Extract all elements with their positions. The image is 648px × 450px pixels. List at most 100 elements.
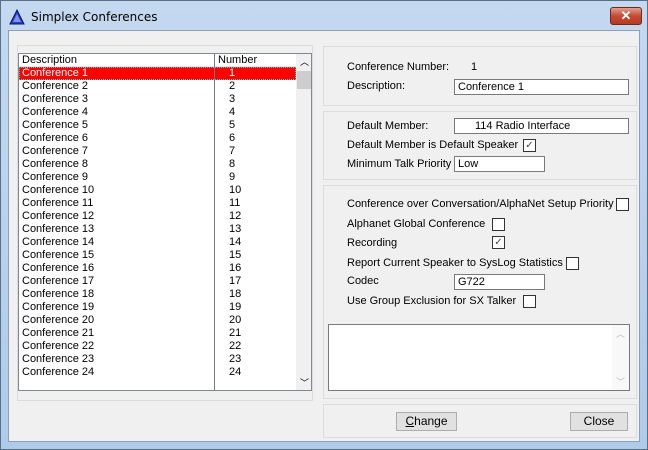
close-window-button[interactable]: ✕ [610, 7, 642, 25]
row-number: 20 [229, 314, 242, 326]
row-number: 21 [229, 327, 242, 339]
row-description: Conference 18 [22, 288, 95, 300]
row-description: Conference 5 [22, 119, 89, 131]
row-description: Conference 14 [22, 236, 95, 248]
change-button[interactable]: Change [396, 412, 457, 431]
report-checkbox[interactable] [566, 257, 579, 270]
default-member-field[interactable]: 114 Radio Interface [454, 118, 629, 134]
list-row[interactable]: Conference 2 2 [19, 80, 296, 93]
recording-checkbox[interactable]: ✓ [492, 236, 505, 249]
list-row[interactable]: Conference 3 3 [19, 93, 296, 106]
min-priority-field[interactable]: Low [454, 156, 545, 172]
description-input[interactable]: Conference 1 [454, 79, 629, 95]
row-number: 19 [229, 301, 242, 313]
alphanet-checkbox[interactable] [492, 218, 505, 231]
row-description: Conference 22 [22, 340, 95, 352]
scroll-down-icon[interactable]: ﹀ [300, 376, 309, 389]
scroll-down-icon[interactable]: ﹀ [616, 375, 625, 388]
row-description: Conference 12 [22, 210, 95, 222]
row-number: 14 [229, 236, 242, 248]
notes-textarea[interactable]: ︿ ﹀ [328, 324, 630, 391]
row-description: Conference 6 [22, 132, 89, 144]
row-number: 16 [229, 262, 242, 274]
list-row[interactable]: Conference 12 12 [19, 210, 296, 223]
notes-scrollbar[interactable]: ︿ ﹀ [612, 325, 629, 390]
row-number: 15 [229, 249, 242, 261]
header-description[interactable]: Description [22, 54, 77, 66]
identity-group [323, 46, 637, 106]
list-row[interactable]: Conference 10 10 [19, 184, 296, 197]
list-row[interactable]: Conference 11 11 [19, 197, 296, 210]
alphanet-label: Alphanet Global Conference [347, 218, 486, 230]
row-description: Conference 17 [22, 275, 95, 287]
conv-priority-checkbox[interactable] [616, 198, 629, 211]
row-description: Conference 11 [22, 197, 94, 209]
row-description: Conference 1 [22, 67, 89, 79]
list-row[interactable]: Conference 1 1 [19, 67, 296, 80]
row-description: Conference 23 [22, 353, 95, 365]
app-logo-icon [9, 9, 25, 25]
list-row[interactable]: Conference 19 19 [19, 301, 296, 314]
codec-field[interactable]: G722 [454, 274, 545, 290]
scroll-up-icon[interactable]: ︿ [616, 327, 625, 340]
row-number: 17 [229, 275, 242, 287]
list-row[interactable]: Conference 6 6 [19, 132, 296, 145]
scroll-up-icon[interactable]: ︿ [300, 55, 309, 68]
list-row[interactable]: Conference 7 7 [19, 145, 296, 158]
row-description: Conference 8 [22, 158, 89, 170]
row-number: 1 [229, 67, 236, 79]
column-divider[interactable] [214, 54, 215, 390]
row-number: 2 [229, 80, 236, 92]
default-speaker-checkbox[interactable]: ✓ [523, 139, 536, 152]
row-number: 23 [229, 353, 242, 365]
row-number: 6 [229, 132, 236, 144]
close-button[interactable]: Close [570, 412, 628, 431]
row-number: 13 [229, 223, 242, 235]
header-number[interactable]: Number [218, 54, 257, 66]
row-description: Conference 20 [22, 314, 95, 326]
list-row[interactable]: Conference 9 9 [19, 171, 296, 184]
row-description: Conference 21 [22, 327, 95, 339]
codec-label: Codec [347, 275, 379, 287]
conv-priority-label: Conference over Conversation/AlphaNet Se… [347, 198, 614, 210]
list-row[interactable]: Conference 18 18 [19, 288, 296, 301]
list-row[interactable]: Conference 23 23 [19, 353, 296, 366]
conference-list[interactable]: Description Number Conference 1 1 Conferen… [18, 53, 312, 391]
list-row[interactable]: Conference 16 16 [19, 262, 296, 275]
scroll-thumb[interactable] [297, 71, 311, 89]
list-row[interactable]: Conference 5 5 [19, 119, 296, 132]
row-number: 18 [229, 288, 242, 300]
row-description: Conference 2 [22, 80, 89, 92]
row-number: 9 [229, 171, 236, 183]
list-row[interactable]: Conference 22 22 [19, 340, 296, 353]
row-number: 10 [229, 184, 242, 196]
default-speaker-label: Default Member is Default Speaker [347, 139, 519, 151]
group-exclusion-checkbox[interactable] [523, 295, 536, 308]
row-number: 8 [229, 158, 236, 170]
row-number: 7 [229, 145, 236, 157]
row-number: 11 [229, 197, 241, 209]
row-description: Conference 13 [22, 223, 95, 235]
list-scrollbar[interactable]: ︿ ﹀ [296, 54, 311, 390]
row-description: Conference 9 [22, 171, 89, 183]
list-row[interactable]: Conference 15 15 [19, 249, 296, 262]
list-row[interactable]: Conference 17 17 [19, 275, 296, 288]
list-row[interactable]: Conference 20 20 [19, 314, 296, 327]
list-row[interactable]: Conference 13 13 [19, 223, 296, 236]
row-number: 3 [229, 93, 236, 105]
title-bar: Simplex Conferences [9, 7, 158, 27]
row-description: Conference 15 [22, 249, 95, 261]
list-row[interactable]: Conference 21 21 [19, 327, 296, 340]
row-number: 12 [229, 210, 242, 222]
list-row[interactable]: Conference 14 14 [19, 236, 296, 249]
list-header: Description Number [19, 54, 296, 67]
report-label: Report Current Speaker to SysLog Statist… [347, 257, 563, 269]
list-row[interactable]: Conference 24 24 [19, 366, 296, 379]
recording-label: Recording [347, 237, 398, 249]
row-description: Conference 24 [22, 366, 95, 378]
row-description: Conference 19 [22, 301, 95, 313]
change-label: Change [405, 414, 448, 428]
list-row[interactable]: Conference 8 8 [19, 158, 296, 171]
row-number: 24 [229, 366, 242, 378]
list-row[interactable]: Conference 4 4 [19, 106, 296, 119]
